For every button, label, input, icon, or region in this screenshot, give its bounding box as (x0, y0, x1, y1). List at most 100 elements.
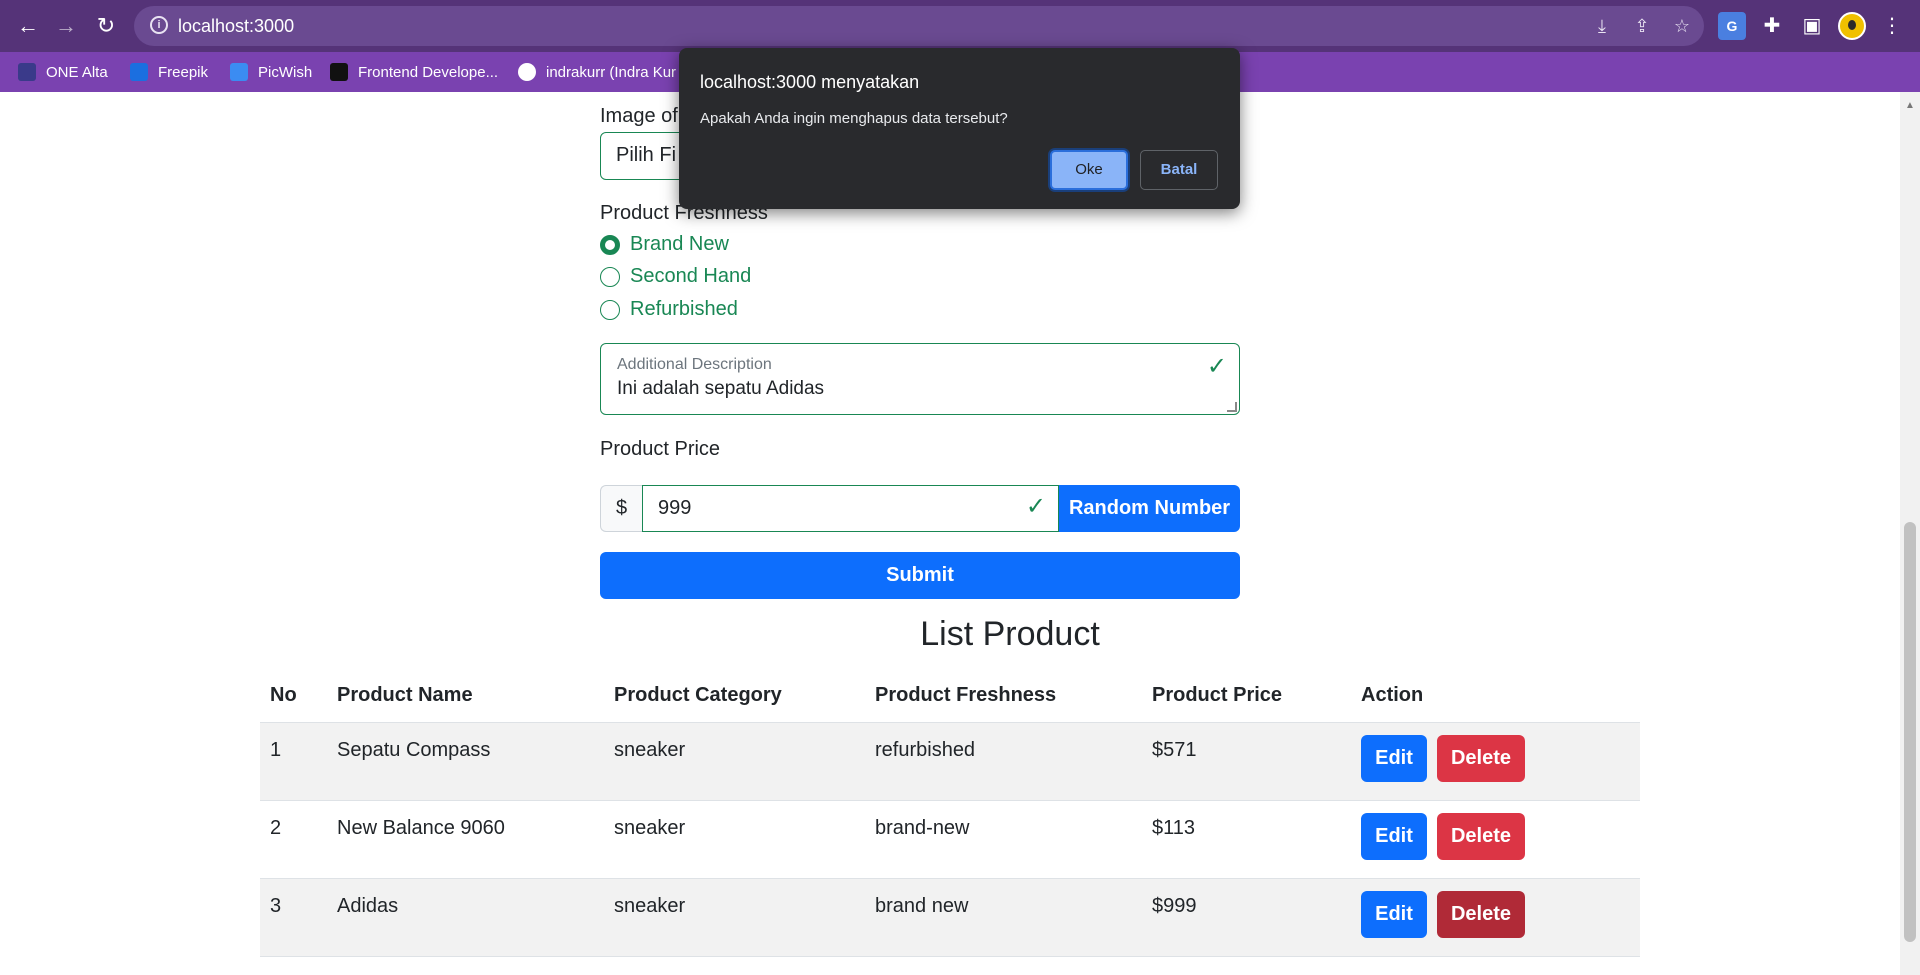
translate-extension-icon[interactable]: G (1718, 12, 1746, 40)
radio-label: Refurbished (630, 298, 738, 320)
list-title-text: List Product (920, 615, 1100, 653)
header-product-category: Product Category (604, 670, 865, 723)
radio-button[interactable] (600, 299, 620, 320)
description-value: Ini adalah sepatu Adidas (617, 378, 825, 399)
bookmark-label: Frontend Develope... (358, 63, 499, 81)
bookmark-label: PicWish (258, 63, 313, 81)
radio-label: Brand New (630, 233, 729, 255)
radio-button[interactable] (600, 266, 620, 287)
forward-arrow-icon[interactable]: → (52, 12, 80, 40)
delete-button[interactable]: Delete (1437, 890, 1525, 938)
bookmark-label: Freepik (158, 63, 209, 81)
price-prefix: $ (600, 485, 642, 532)
cell-category: sneaker (604, 722, 865, 801)
bookmark-picwish[interactable]: PicWish (230, 61, 312, 83)
url-text[interactable]: localhost:3000 (178, 16, 294, 37)
header-product-name: Product Name (327, 670, 604, 723)
bookmark-frontend-developer[interactable]: Frontend Develope... (330, 61, 498, 83)
cell-price: $999 (1142, 878, 1351, 957)
cell-price: $113 (1142, 800, 1351, 879)
bookmark-label: indrakurr (Indra Kur (546, 63, 677, 81)
dialog-cancel-button[interactable]: Batal (1140, 150, 1218, 190)
reload-icon[interactable]: ↻ (92, 12, 120, 40)
extensions-puzzle-icon[interactable]: ✚ (1758, 12, 1786, 40)
bookmark-one-alta[interactable]: ONE Alta (18, 61, 108, 83)
cell-name: New Balance 9060 (327, 800, 604, 879)
side-panel-icon[interactable]: ▣ (1798, 12, 1826, 40)
cell-category: sneaker (604, 800, 865, 879)
price-input[interactable]: 999 ✓ (642, 485, 1059, 532)
header-product-freshness: Product Freshness (865, 670, 1142, 723)
cell-actions: Edit Delete (1351, 878, 1640, 957)
freepik-icon (130, 63, 148, 81)
frontend-developer-icon (330, 63, 348, 81)
list-title: List Product (600, 615, 1300, 654)
picwish-icon (230, 63, 248, 81)
cell-freshness: brand new (865, 878, 1142, 957)
delete-button[interactable]: Delete (1437, 812, 1525, 860)
description-textarea[interactable]: Additional Description Ini adalah sepatu… (600, 343, 1240, 415)
product-table: No Product Name Product Category Product… (260, 670, 1640, 957)
radio-brand-new[interactable]: Brand New (600, 233, 729, 256)
github-icon (518, 63, 536, 81)
table-row: 2 New Balance 9060 sneaker brand-new $11… (260, 800, 1640, 879)
one-alta-icon (18, 63, 36, 81)
random-number-button[interactable]: Random Number (1059, 485, 1240, 532)
resize-handle-icon[interactable] (1227, 402, 1237, 412)
image-label: Image of (600, 105, 678, 127)
radio-second-hand[interactable]: Second Hand (600, 265, 751, 288)
page-scrollbar[interactable]: ▲ (1900, 92, 1920, 975)
share-icon[interactable]: ⇪ (1630, 14, 1654, 38)
cell-name: Sepatu Compass (327, 722, 604, 801)
valid-check-icon: ✓ (1025, 493, 1046, 520)
dialog-message: Apakah Anda ingin menghapus data tersebu… (700, 110, 1008, 127)
scrollbar-thumb[interactable] (1904, 522, 1916, 942)
dialog-title: localhost:3000 menyatakan (700, 72, 920, 92)
edit-button[interactable]: Edit (1361, 734, 1427, 782)
install-icon[interactable]: ⤓ (1590, 14, 1614, 38)
table-row: 3 Adidas sneaker brand new $999 Edit Dele… (260, 878, 1640, 957)
cell-name: Adidas (327, 878, 604, 957)
radio-label: Second Hand (630, 265, 752, 287)
cell-no: 2 (260, 800, 327, 879)
edit-button[interactable]: Edit (1361, 890, 1427, 938)
page-content: Image of Pilih Fi Product Freshness Bran… (0, 92, 1900, 975)
back-arrow-icon[interactable]: ← (14, 12, 42, 40)
browser-toolbar: ← → ↻ i localhost:3000 ⤓ ⇪ ☆ G ✚ ▣ ⋮ (0, 0, 1920, 52)
radio-refurbished[interactable]: Refurbished (600, 298, 738, 321)
file-input-text: Pilih Fi (616, 144, 677, 166)
header-action: Action (1351, 670, 1640, 723)
delete-button[interactable]: Delete (1437, 734, 1525, 782)
scroll-up-arrow-icon[interactable]: ▲ (1904, 100, 1916, 112)
description-floating-label: Additional Description (617, 356, 772, 373)
bookmark-github-indrakurr[interactable]: indrakurr (Indra Kur (518, 61, 676, 83)
price-value: 999 (658, 497, 692, 519)
cell-price: $571 (1142, 722, 1351, 801)
valid-check-icon: ✓ (1206, 353, 1227, 380)
confirm-dialog: localhost:3000 menyatakan Apakah Anda in… (679, 48, 1240, 209)
bookmark-star-icon[interactable]: ☆ (1670, 14, 1694, 38)
table-header-row: No Product Name Product Category Product… (260, 670, 1640, 723)
cell-no: 3 (260, 878, 327, 957)
dialog-ok-button[interactable]: Oke (1050, 150, 1128, 190)
cell-actions: Edit Delete (1351, 800, 1640, 879)
cell-freshness: brand-new (865, 800, 1142, 879)
site-info-icon[interactable]: i (150, 16, 168, 34)
bookmark-freepik[interactable]: Freepik (130, 61, 208, 83)
radio-button-checked[interactable] (600, 234, 620, 255)
cell-no: 1 (260, 722, 327, 801)
bookmark-label: ONE Alta (46, 63, 108, 81)
header-no: No (260, 670, 327, 723)
cell-freshness: refurbished (865, 722, 1142, 801)
price-input-group: $ 999 ✓ Random Number (600, 485, 1240, 532)
cell-actions: Edit Delete (1351, 722, 1640, 801)
price-label: Product Price (600, 438, 721, 460)
edit-button[interactable]: Edit (1361, 812, 1427, 860)
address-bar[interactable]: i localhost:3000 ⤓ ⇪ ☆ (134, 6, 1704, 46)
submit-button[interactable]: Submit (600, 552, 1240, 599)
header-product-price: Product Price (1142, 670, 1351, 723)
table-row: 1 Sepatu Compass sneaker refurbished $57… (260, 722, 1640, 801)
cell-category: sneaker (604, 878, 865, 957)
menu-kebab-icon[interactable]: ⋮ (1878, 12, 1906, 40)
profile-avatar[interactable] (1838, 12, 1866, 40)
